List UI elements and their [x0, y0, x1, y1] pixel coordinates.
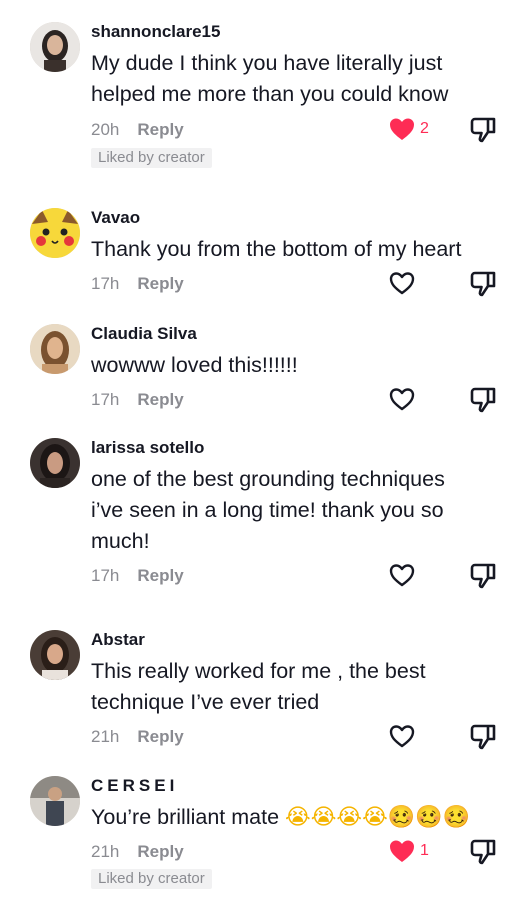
reply-button[interactable]: Reply	[137, 120, 183, 139]
comment-timestamp: 17h	[91, 566, 120, 585]
reply-button[interactable]: Reply	[137, 274, 183, 293]
comment-text-body: You’re brilliant mate	[91, 805, 280, 829]
dislike-button[interactable]	[469, 723, 497, 751]
like-button[interactable]	[388, 270, 416, 296]
reply-button[interactable]: Reply	[137, 727, 183, 746]
comment-emoji: 😭😭😭😭🥴🥴🥴	[285, 805, 471, 830]
heart-icon	[389, 725, 415, 748]
like-button[interactable]	[388, 723, 416, 749]
user-avatar[interactable]	[30, 22, 80, 72]
liked-by-creator-badge: Liked by creator	[91, 869, 212, 889]
comment-text: wowww loved this!!!!!!	[91, 353, 298, 377]
like-button[interactable]: 1	[388, 838, 429, 864]
comment-meta: 21h Reply	[91, 842, 184, 862]
user-avatar[interactable]	[30, 630, 80, 680]
comment-timestamp: 21h	[91, 727, 120, 746]
comment-timestamp: 20h	[91, 120, 120, 139]
dislike-button[interactable]	[469, 270, 497, 298]
comment-list: shannonclare15 My dude I think you have …	[0, 0, 531, 906]
thumbs-down-icon	[470, 839, 496, 865]
thumbs-down-icon	[470, 271, 496, 297]
comment-text: This really worked for me , the best tec…	[91, 659, 426, 714]
comment-meta: 21h Reply	[91, 727, 184, 747]
reply-button[interactable]: Reply	[137, 390, 183, 409]
thumbs-down-icon	[470, 724, 496, 750]
comment-text: one of the best grounding techniques i’v…	[91, 467, 445, 553]
heart-icon	[389, 272, 415, 295]
like-button[interactable]	[388, 562, 416, 588]
heart-icon	[390, 840, 414, 862]
user-avatar[interactable]	[30, 324, 80, 374]
heart-icon	[389, 564, 415, 587]
comment-meta: 17h Reply	[91, 274, 184, 294]
comment-timestamp: 21h	[91, 842, 120, 861]
thumbs-down-icon	[470, 387, 496, 413]
comment-username[interactable]: Claudia Silva	[91, 324, 197, 344]
comment-timestamp: 17h	[91, 274, 120, 293]
heart-icon	[390, 118, 414, 140]
user-avatar[interactable]	[30, 776, 80, 826]
reply-button[interactable]: Reply	[137, 842, 183, 861]
comment-meta: 17h Reply	[91, 390, 184, 410]
dislike-button[interactable]	[469, 116, 497, 144]
liked-by-creator-badge: Liked by creator	[91, 148, 212, 168]
dislike-button[interactable]	[469, 562, 497, 590]
comment-meta: 17h Reply	[91, 566, 184, 586]
comment-username[interactable]: CERSEI	[91, 776, 178, 796]
thumbs-down-icon	[470, 117, 496, 143]
heart-icon	[389, 388, 415, 411]
dislike-button[interactable]	[469, 386, 497, 414]
reply-button[interactable]: Reply	[137, 566, 183, 585]
comment-username[interactable]: shannonclare15	[91, 22, 220, 42]
comment-text: You’re brilliant mate 😭😭😭😭🥴🥴🥴	[91, 802, 481, 833]
like-button[interactable]	[388, 386, 416, 412]
user-avatar[interactable]	[30, 208, 80, 258]
thumbs-down-icon	[470, 563, 496, 589]
comment-username[interactable]: Abstar	[91, 630, 145, 650]
comment-username[interactable]: Vavao	[91, 208, 140, 228]
like-count: 2	[420, 120, 429, 137]
dislike-button[interactable]	[469, 838, 497, 866]
comment-meta: 20h Reply	[91, 120, 184, 140]
like-button[interactable]: 2	[388, 116, 429, 142]
comment-username[interactable]: larissa sotello	[91, 438, 204, 458]
comment-text: My dude I think you have literally just …	[91, 51, 449, 106]
comment-timestamp: 17h	[91, 390, 120, 409]
like-count: 1	[420, 842, 429, 859]
user-avatar[interactable]	[30, 438, 80, 488]
comment-text: Thank you from the bottom of my heart	[91, 237, 462, 261]
